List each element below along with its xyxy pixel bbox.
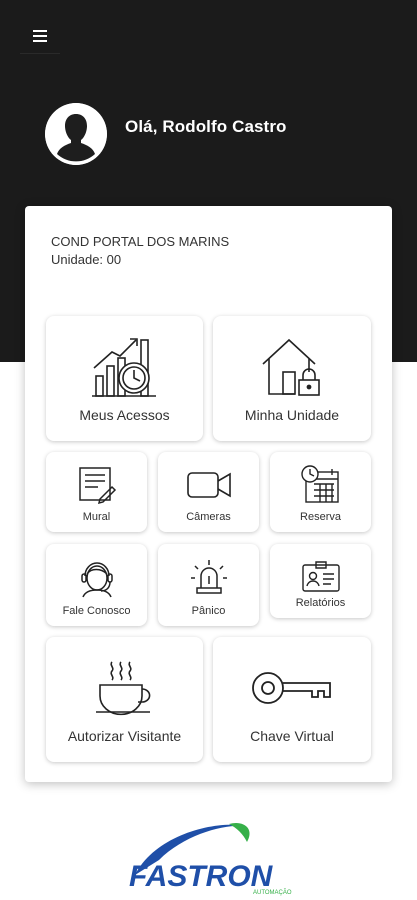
- meus-acessos-tile[interactable]: Meus Acessos: [46, 316, 203, 441]
- autorizar-visitante-label: Autorizar Visitante: [67, 728, 182, 744]
- fastron-logo: FASTRON AUTOMAÇÃO: [125, 820, 295, 900]
- video-camera-icon: [186, 472, 231, 498]
- condo-name: COND PORTAL DOS MARINS: [51, 234, 230, 249]
- condo-unit: Unidade: 00: [51, 252, 122, 267]
- greeting-text: Olá, Rodolfo Castro: [125, 117, 287, 136]
- user-silhouette-icon: [45, 103, 107, 165]
- cameras-label: Câmeras: [186, 511, 231, 523]
- panico-tile[interactable]: Pânico: [158, 544, 259, 626]
- chave-virtual-tile[interactable]: Chave Virtual: [213, 637, 371, 762]
- mural-tile[interactable]: Mural: [46, 452, 147, 532]
- fale-conosco-label: Fale Conosco: [62, 605, 131, 617]
- support-headset-icon: [80, 562, 113, 598]
- chave-virtual-label: Chave Virtual: [250, 728, 334, 744]
- key-icon: [252, 672, 331, 704]
- minha-unidade-tile[interactable]: Minha Unidade: [213, 316, 371, 441]
- coffee-cup-icon: [95, 661, 150, 716]
- autorizar-visitante-tile[interactable]: Autorizar Visitante: [46, 637, 203, 762]
- id-card-icon: [301, 561, 340, 592]
- access-chart-clock-icon: [91, 338, 156, 397]
- relatorios-label: Relatórios: [295, 597, 346, 609]
- notice-board-icon: [78, 467, 116, 505]
- reserva-tile[interactable]: Reserva: [270, 452, 371, 532]
- menu-button[interactable]: [20, 18, 60, 54]
- calendar-clock-icon: [300, 465, 339, 503]
- logo-text: FASTRON: [129, 860, 274, 893]
- main-card: COND PORTAL DOS MARINS Unidade: 00 Meus …: [25, 206, 392, 782]
- mural-label: Mural: [82, 511, 111, 523]
- cameras-tile[interactable]: Câmeras: [158, 452, 259, 532]
- hamburger-menu-icon: [33, 29, 47, 42]
- reserva-label: Reserva: [300, 511, 341, 523]
- meus-acessos-label: Meus Acessos: [79, 407, 170, 423]
- relatorios-tile[interactable]: Relatórios: [270, 544, 371, 618]
- panico-label: Pânico: [191, 605, 226, 617]
- logo-subtext: AUTOMAÇÃO: [253, 889, 292, 896]
- alarm-siren-icon: [190, 560, 227, 594]
- minha-unidade-label: Minha Unidade: [244, 407, 340, 423]
- house-lock-icon: [262, 338, 320, 396]
- fale-conosco-tile[interactable]: Fale Conosco: [46, 544, 147, 626]
- avatar[interactable]: [45, 103, 107, 165]
